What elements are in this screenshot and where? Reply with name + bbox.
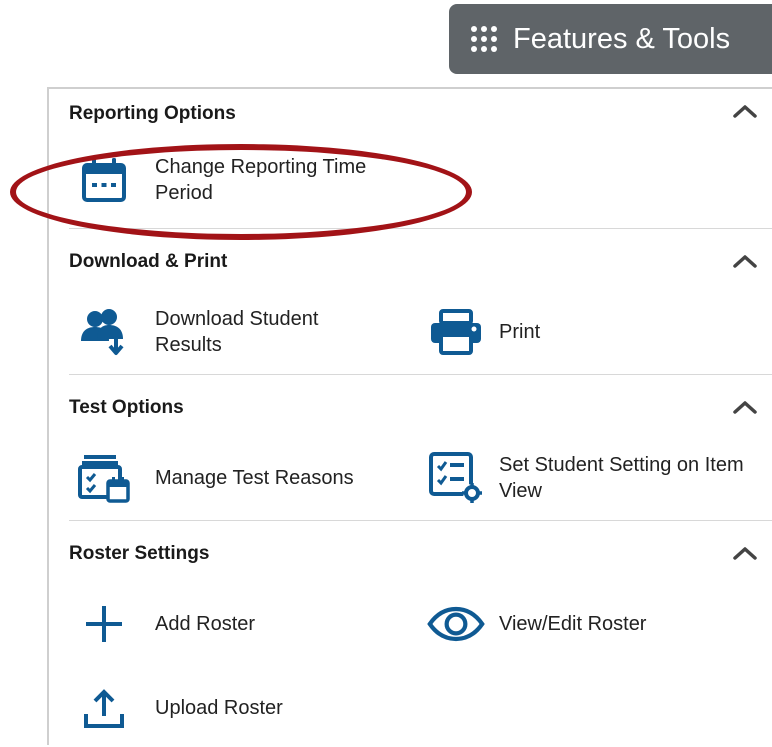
section-test-options: Test Options Manage Test Reasons Set Stu… xyxy=(69,375,772,521)
calendar-icon xyxy=(82,158,126,202)
features-tools-label: Features & Tools xyxy=(513,22,731,55)
chevron-up-icon[interactable] xyxy=(732,103,758,119)
tool-label: View/Edit Roster xyxy=(499,613,647,635)
printer-icon xyxy=(431,309,481,355)
upload-icon xyxy=(84,689,124,728)
tool-label: Download Student Results xyxy=(155,308,319,356)
tool-label: Upload Roster xyxy=(155,697,283,719)
section-title: Test Options xyxy=(69,397,184,418)
tool-label: Add Roster xyxy=(155,613,256,635)
section-title: Roster Settings xyxy=(69,543,210,564)
section-header[interactable]: Download & Print xyxy=(69,229,772,272)
student-setting-icon xyxy=(429,452,482,503)
eye-icon xyxy=(427,606,485,642)
view-edit-roster-button[interactable]: View/Edit Roster xyxy=(427,595,759,653)
section-header[interactable]: Test Options xyxy=(69,375,772,418)
tool-label: Manage Test Reasons xyxy=(155,467,354,489)
section-title: Reporting Options xyxy=(69,103,236,124)
chevron-up-icon[interactable] xyxy=(732,399,758,415)
features-tools-panel: Reporting Options Change Reporting Time … xyxy=(47,87,772,745)
download-users-icon xyxy=(81,309,124,355)
chevron-up-icon[interactable] xyxy=(732,253,758,269)
tool-label: Print xyxy=(499,321,541,343)
set-student-setting-button[interactable]: Set Student Setting on Item View xyxy=(427,449,749,507)
chevron-up-icon[interactable] xyxy=(732,545,758,561)
section-title: Download & Print xyxy=(69,251,228,272)
section-reporting-options: Reporting Options Change Reporting Time … xyxy=(69,89,772,229)
features-tools-button[interactable]: Features & Tools xyxy=(449,4,772,74)
print-button[interactable]: Print xyxy=(427,303,759,361)
section-header[interactable]: Reporting Options xyxy=(69,89,772,129)
upload-roster-button[interactable]: Upload Roster xyxy=(75,679,415,737)
plus-icon xyxy=(86,606,122,642)
tool-label: Set Student Setting on Item View xyxy=(499,454,744,502)
section-header[interactable]: Roster Settings xyxy=(69,521,772,564)
test-reasons-icon xyxy=(78,455,130,503)
add-roster-button[interactable]: Add Roster xyxy=(75,595,415,653)
change-reporting-time-period-button[interactable]: Change Reporting Time Period xyxy=(75,151,415,209)
manage-test-reasons-button[interactable]: Manage Test Reasons xyxy=(75,449,415,507)
grid-dots-icon xyxy=(471,26,497,52)
section-roster-settings: Roster Settings Add Roster View/Edit Ros… xyxy=(69,521,772,747)
download-student-results-button[interactable]: Download Student Results xyxy=(75,303,375,361)
tool-label: Change Reporting Time Period xyxy=(155,156,367,204)
section-download-print: Download & Print Download Student Result… xyxy=(69,229,772,375)
